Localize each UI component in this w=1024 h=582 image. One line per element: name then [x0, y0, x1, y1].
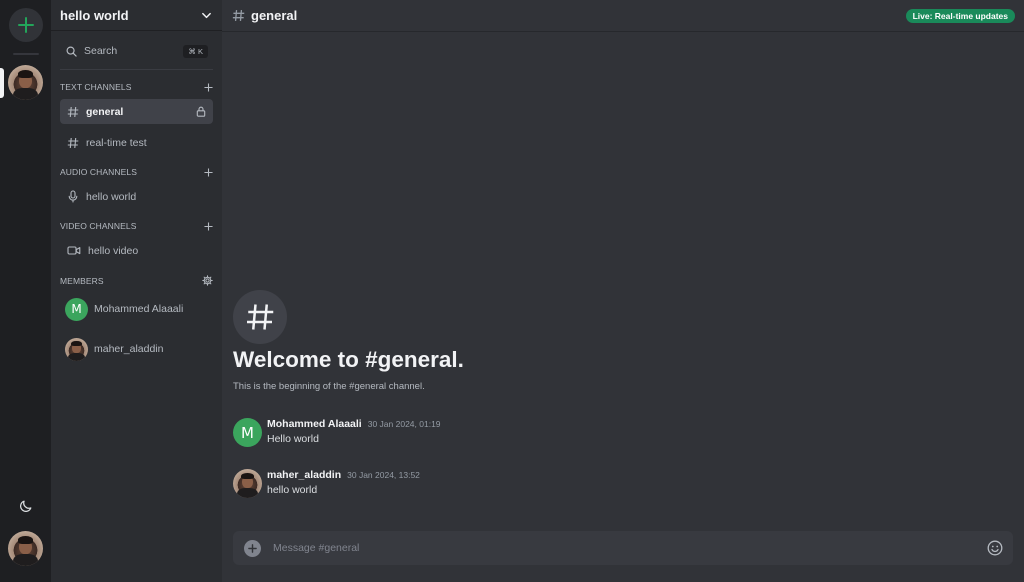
message-author-line: maher_aladdin 30 Jan 2024, 13:52	[267, 469, 420, 481]
channel-real-time-test[interactable]: real-time test	[60, 130, 213, 155]
avatar[interactable]: M	[233, 418, 262, 447]
video-icon	[67, 246, 81, 255]
channel-label: hello world	[86, 190, 137, 203]
channel-title: general	[251, 8, 298, 23]
plus-icon[interactable]	[204, 167, 213, 177]
member-name: maher_aladdin	[94, 343, 164, 355]
current-user-avatar[interactable]	[8, 531, 43, 566]
message-text: hello world	[267, 484, 318, 496]
server-header[interactable]: hello world	[51, 0, 222, 31]
plus-icon[interactable]	[204, 82, 213, 92]
message-timestamp: 30 Jan 2024, 13:52	[347, 470, 420, 480]
mic-icon	[68, 190, 78, 203]
theme-toggle-button[interactable]	[17, 497, 35, 515]
search-icon	[66, 46, 77, 57]
section-text-channels: TEXT CHANNELS	[60, 82, 213, 92]
hash-icon	[67, 137, 79, 148]
hash-icon	[247, 304, 274, 330]
message-input[interactable]	[273, 542, 987, 554]
member-maher-aladdin[interactable]: maher_aladdin	[65, 337, 163, 361]
channel-general[interactable]: general	[60, 99, 213, 124]
search-label: Search	[84, 45, 118, 57]
plus-icon	[18, 17, 34, 33]
search-shortcut: ⌘ K	[183, 44, 208, 58]
add-server-button[interactable]	[9, 8, 43, 42]
server-name: hello world	[60, 7, 129, 23]
rail-separator	[13, 53, 39, 55]
message-author[interactable]: Mohammed Alaaali	[267, 418, 362, 430]
section-members: MEMBERS	[60, 275, 213, 286]
plus-circle-icon	[248, 543, 257, 553]
chevron-down-icon	[202, 12, 211, 18]
channel-label: general	[86, 105, 124, 118]
message-item: M Mohammed Alaaali 30 Jan 2024, 01:19 Hel…	[233, 418, 993, 450]
sidebar-divider	[60, 69, 213, 70]
attach-button[interactable]	[244, 539, 261, 557]
welcome-title: Welcome to #general.	[233, 347, 464, 372]
welcome-hash-icon	[233, 290, 287, 344]
avatar: M	[65, 297, 88, 321]
active-server-indicator	[0, 68, 4, 98]
avatar	[65, 337, 88, 361]
server-icon[interactable]	[8, 65, 43, 100]
section-title: TEXT CHANNELS	[60, 82, 132, 92]
message-author[interactable]: maher_aladdin	[267, 469, 341, 481]
channel-header: general Live: Real-time updates	[222, 0, 1024, 32]
message-author-line: Mohammed Alaaali 30 Jan 2024, 01:19	[267, 418, 441, 430]
member-name: Mohammed Alaaali	[94, 303, 184, 315]
message-composer	[233, 531, 1013, 565]
channel-audio-hello-world[interactable]: hello world	[60, 184, 213, 209]
section-title: VIDEO CHANNELS	[60, 221, 137, 231]
channel-sidebar: hello world Search ⌘ K TEXT CHANNELS gen…	[51, 0, 222, 582]
channel-label: hello video	[88, 244, 139, 257]
message-text: Hello world	[267, 433, 319, 445]
search-button[interactable]: Search ⌘ K	[60, 41, 212, 61]
welcome-subtitle: This is the beginning of the #general ch…	[233, 381, 425, 392]
hash-icon	[232, 10, 245, 21]
avatar[interactable]	[233, 469, 262, 498]
section-title: MEMBERS	[60, 275, 104, 286]
smile-icon[interactable]	[987, 540, 1003, 556]
section-title: AUDIO CHANNELS	[60, 167, 137, 177]
message-item: maher_aladdin 30 Jan 2024, 13:52 hello wo…	[233, 469, 993, 501]
live-status-badge: Live: Real-time updates	[905, 8, 1015, 23]
channel-video-hello-video[interactable]: hello video	[60, 238, 213, 263]
moon-icon	[20, 500, 32, 512]
section-video-channels: VIDEO CHANNELS	[60, 221, 213, 231]
hash-icon	[67, 106, 79, 117]
channel-label: real-time test	[86, 136, 147, 149]
gear-icon[interactable]	[202, 275, 213, 286]
chat-main: general Live: Real-time updates Welcome …	[222, 0, 1024, 582]
server-rail	[0, 0, 51, 582]
message-timestamp: 30 Jan 2024, 01:19	[367, 419, 441, 429]
plus-icon[interactable]	[204, 221, 213, 231]
section-audio-channels: AUDIO CHANNELS	[60, 167, 213, 177]
lock-icon	[196, 106, 206, 117]
member-mohammed-alaaali[interactable]: M Mohammed Alaaali	[65, 297, 183, 321]
